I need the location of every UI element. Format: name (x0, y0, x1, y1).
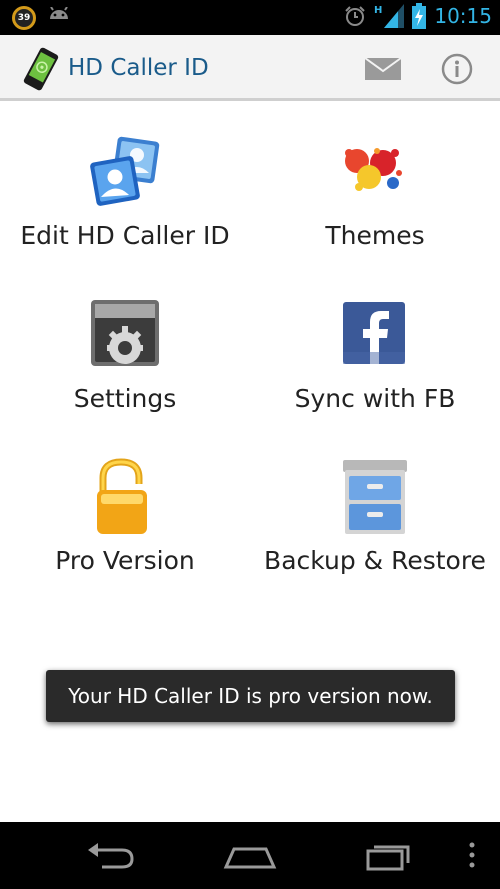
phone-logo-icon[interactable] (22, 47, 60, 91)
pro-version-label: Pro Version (55, 546, 195, 575)
toast-message: Your HD Caller ID is pro version now. (46, 670, 455, 722)
status-right: H 10:15 (344, 3, 492, 29)
battery-charging-icon (412, 3, 427, 29)
sync-fb-tile[interactable]: Sync with FB (250, 296, 500, 413)
settings-label: Settings (73, 384, 177, 413)
pro-version-tile[interactable]: Pro Version (0, 458, 250, 575)
navigation-bar (0, 822, 500, 889)
edit-caller-id-tile[interactable]: Edit HD Caller ID (0, 133, 250, 250)
gear-icon (91, 300, 159, 366)
paint-splash-icon (345, 148, 402, 191)
app-title: HD Caller ID (68, 55, 209, 81)
info-icon[interactable] (441, 53, 473, 85)
status-left: 39 (12, 6, 72, 30)
notification-count-icon: 39 (12, 6, 36, 30)
toast-text: Your HD Caller ID is pro version now. (68, 684, 433, 708)
android-icon (50, 7, 68, 19)
facebook-icon (343, 302, 405, 364)
home-icon[interactable] (220, 839, 280, 873)
themes-label: Themes (325, 221, 425, 250)
unlocked-padlock-icon (97, 458, 147, 534)
backup-restore-label: Backup & Restore (264, 546, 486, 575)
status-bar: 39 H 10:15 (0, 0, 500, 35)
mail-icon[interactable] (363, 54, 403, 84)
recent-apps-icon[interactable] (360, 839, 420, 873)
action-bar: HD Caller ID (0, 35, 500, 101)
sync-fb-label: Sync with FB (294, 384, 456, 413)
overflow-menu-icon[interactable] (452, 839, 492, 873)
back-icon[interactable] (82, 839, 142, 873)
contacts-icon (90, 136, 160, 206)
settings-tile[interactable]: Settings (0, 296, 250, 413)
network-type: H (373, 4, 383, 16)
notification-count: 39 (17, 13, 31, 23)
status-clock: 10:15 (434, 4, 492, 28)
file-cabinet-icon (343, 460, 407, 534)
backup-restore-tile[interactable]: Backup & Restore (250, 458, 500, 575)
themes-tile[interactable]: Themes (250, 133, 500, 250)
signal-icon (384, 4, 405, 28)
alarm-icon (345, 6, 365, 26)
edit-caller-id-label: Edit HD Caller ID (20, 221, 230, 250)
